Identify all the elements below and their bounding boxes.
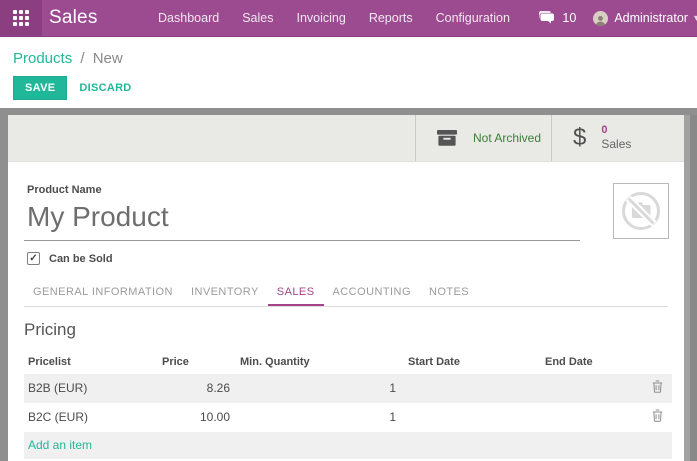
col-min-quantity: Min. Quantity [232,351,398,374]
breadcrumb-separator: / [80,50,84,67]
can-be-sold-checkbox[interactable]: ✓ [27,252,40,265]
not-archived-button[interactable]: Not Archived [415,115,551,161]
chat-bubbles-icon [539,11,557,25]
can-be-sold-row: ✓ Can be Sold [24,252,668,265]
control-panel: Products / New SAVE DISCARD [0,37,697,108]
apps-grid-icon [13,10,29,26]
scrollbar-thumb[interactable] [690,115,697,461]
topbar: Sales Dashboard Sales Invoicing Reports … [0,0,697,37]
can-be-sold-label: Can be Sold [49,253,113,265]
user-menu[interactable]: Administrator ▾ [593,11,695,26]
messages-count: 10 [562,11,576,25]
nav-sales[interactable]: Sales [231,11,285,25]
cell-pricelist[interactable]: B2C (EUR) [24,403,160,432]
delete-row-button[interactable] [652,380,663,393]
apps-menu-button[interactable] [0,0,42,36]
cell-price[interactable]: 10.00 [160,403,232,432]
notebook-tabs: GENERAL INFORMATION INVENTORY SALES ACCO… [24,280,668,307]
archive-box-icon [437,130,457,146]
user-avatar [593,11,608,26]
breadcrumb-products-link[interactable]: Products [13,50,72,67]
sales-label: Sales [601,137,631,151]
cell-start-date[interactable] [398,403,534,432]
col-start-date: Start Date [398,351,534,374]
tab-general-information[interactable]: GENERAL INFORMATION [24,280,182,306]
cell-min-quantity[interactable]: 1 [232,374,398,403]
pricing-table: Pricelist Price Min. Quantity Start Date… [24,351,672,459]
pricing-row-b2c: B2C (EUR) 10.00 1 [24,403,672,432]
no-camera-icon [618,188,664,234]
save-button[interactable]: SAVE [13,76,67,100]
form-sheet: Not Archived $ 0 Sales [8,115,684,461]
dollar-icon: $ [573,126,586,150]
sales-stat-text: 0 Sales [601,124,631,152]
tab-inventory[interactable]: INVENTORY [182,280,268,306]
product-name-input[interactable]: My Product [24,198,580,241]
col-end-date: End Date [534,351,640,374]
cell-start-date[interactable] [398,374,534,403]
nav-reports[interactable]: Reports [357,11,424,25]
add-an-item-link[interactable]: Add an item [24,432,672,459]
sales-count: 0 [601,124,631,137]
messages-button[interactable]: 10 [539,11,576,25]
not-archived-label: Not Archived [473,131,541,145]
breadcrumb-current: New [93,50,123,67]
cell-min-quantity[interactable]: 1 [232,403,398,432]
tab-notes[interactable]: NOTES [420,280,478,306]
cell-price[interactable]: 8.26 [160,374,232,403]
col-actions [640,351,672,374]
col-price: Price [160,351,232,374]
delete-row-button[interactable] [652,409,663,422]
top-navigation: Dashboard Sales Invoicing Reports Config… [147,11,522,25]
user-name: Administrator [614,11,688,25]
nav-invoicing[interactable]: Invoicing [285,11,357,25]
cell-pricelist[interactable]: B2B (EUR) [24,374,160,403]
pricing-row-b2b: B2B (EUR) 8.26 1 [24,374,672,403]
person-icon [595,15,606,26]
col-pricelist: Pricelist [24,351,160,374]
form-area: Not Archived $ 0 Sales [0,108,697,461]
statusbar: Not Archived $ 0 Sales [8,115,684,162]
pricing-add-row: Add an item [24,432,672,459]
nav-dashboard[interactable]: Dashboard [147,11,231,25]
product-name-label: Product Name [24,184,668,196]
sheet-body: Product Name My Product ✓ Can be Sold GE… [8,162,684,461]
nav-configuration[interactable]: Configuration [424,11,521,25]
breadcrumb: Products / New [13,50,684,67]
product-image-upload[interactable] [613,183,669,239]
tab-sales[interactable]: SALES [268,280,324,306]
control-panel-buttons: SAVE DISCARD [13,76,684,100]
discard-button[interactable]: DISCARD [67,77,143,99]
tab-accounting[interactable]: ACCOUNTING [324,280,420,306]
topbar-right: 10 Administrator ▾ [539,11,697,26]
app-title: Sales [49,7,98,29]
sales-stat-button[interactable]: $ 0 Sales [551,115,684,161]
cell-end-date[interactable] [534,403,640,432]
trash-icon [652,409,663,422]
cell-end-date[interactable] [534,374,640,403]
pricing-header-row: Pricelist Price Min. Quantity Start Date… [24,351,672,374]
pricing-section-title: Pricing [24,320,668,340]
trash-icon [652,380,663,393]
